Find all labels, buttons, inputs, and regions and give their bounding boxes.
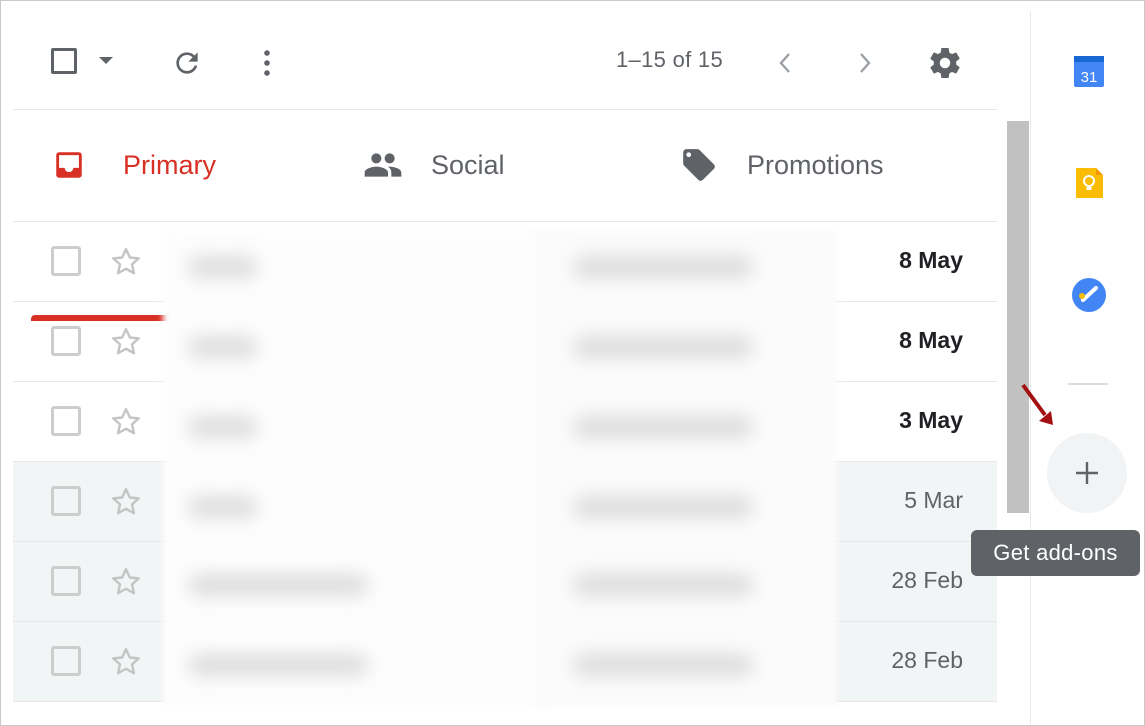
email-checkbox[interactable] [51,406,81,436]
get-addons-button[interactable] [1047,433,1127,513]
star-icon[interactable] [108,484,144,520]
refresh-icon[interactable] [169,45,205,81]
inbox-icon [49,145,89,185]
tab-social-label: Social [431,149,505,180]
email-date: 8 May [899,327,963,353]
side-panel: 31 [1030,11,1144,725]
email-date: 3 May [899,407,963,433]
star-icon[interactable] [108,564,144,600]
chevron-right-icon[interactable] [851,47,879,79]
star-icon[interactable] [108,324,144,360]
email-checkbox[interactable] [51,646,81,676]
redacted-sender-area [163,231,543,707]
tab-primary[interactable]: Primary [49,109,216,221]
email-date: 8 May [899,247,963,273]
email-checkbox[interactable] [51,566,81,596]
people-icon [363,145,403,185]
gear-icon[interactable] [925,43,965,83]
keep-icon[interactable] [1071,165,1107,201]
tab-promotions-label: Promotions [747,149,884,180]
tab-promotions[interactable]: Promotions [679,109,884,221]
redaction-smudge [573,574,753,596]
star-icon[interactable] [108,244,144,280]
redaction-smudge [573,654,753,676]
toolbar: 1–15 of 15 [13,11,1029,110]
annotation-arrow [1021,383,1053,425]
redaction-smudge [573,416,753,438]
redaction-smudge [188,336,258,358]
category-tabs: Primary Social Promotions [13,109,997,321]
email-checkbox[interactable] [51,486,81,516]
chevron-down-icon[interactable] [98,51,114,71]
redaction-smudge [188,496,258,518]
scrollbar-thumb[interactable] [1007,121,1029,513]
tasks-icon[interactable] [1071,277,1107,313]
email-checkbox[interactable] [51,246,81,276]
calendar-day: 31 [1081,69,1098,86]
redaction-smudge [188,256,258,278]
star-icon[interactable] [108,404,144,440]
calendar-icon[interactable]: 31 [1071,53,1107,89]
page-count: 1–15 of 15 [616,47,723,72]
redaction-smudge [573,496,753,518]
select-all-checkbox[interactable] [51,48,77,74]
window-frame: 1–15 of 15 Primary Social Promotions 8 M… [0,0,1145,726]
redaction-smudge [188,416,258,438]
redaction-smudge [188,654,368,676]
mail-list-pane: 1–15 of 15 Primary Social Promotions 8 M… [13,11,1029,725]
redacted-subject-area [533,231,837,707]
redaction-smudge [573,256,753,278]
email-date: 5 Mar [904,487,963,513]
chevron-left-icon[interactable] [771,47,799,79]
tab-primary-label: Primary [123,149,216,180]
star-icon[interactable] [108,644,144,680]
get-addons-tooltip: Get add-ons [971,530,1140,576]
redaction-smudge [188,574,368,596]
email-checkbox[interactable] [51,326,81,356]
email-date: 28 Feb [891,647,963,673]
tab-social[interactable]: Social [363,109,505,221]
tag-icon [679,145,719,185]
redaction-smudge [573,336,753,358]
more-vert-icon[interactable] [257,45,277,81]
email-date: 28 Feb [891,567,963,593]
side-panel-divider [1068,383,1108,385]
